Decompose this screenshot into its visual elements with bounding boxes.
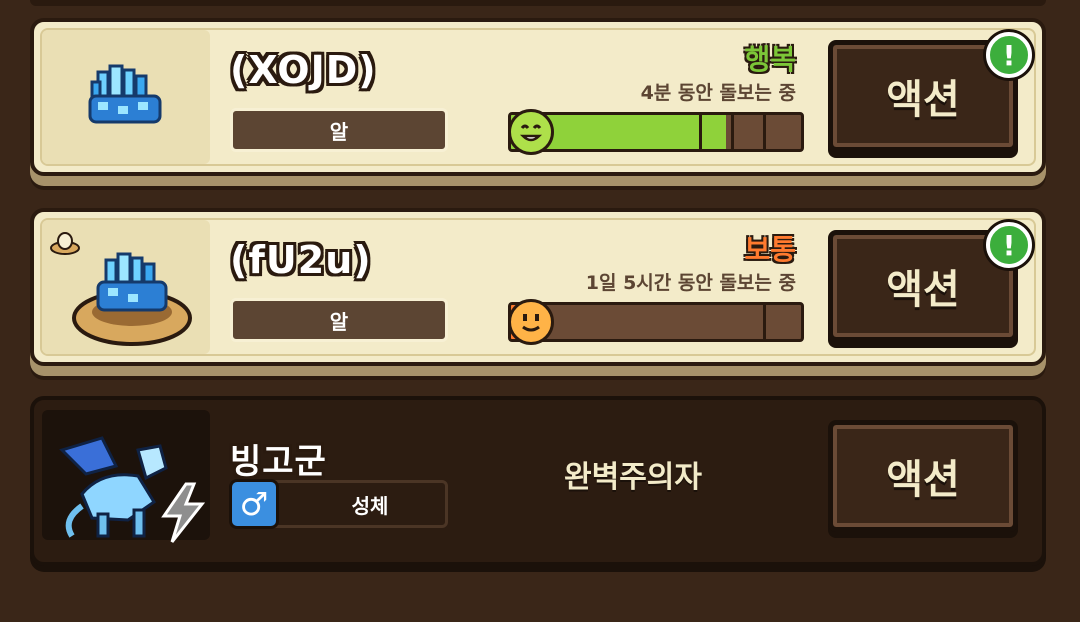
lightning-icon xyxy=(161,482,206,543)
gender-stage-row: ♂ 성체 xyxy=(229,479,448,529)
pet-card-fu2u[interactable]: (fU2u) 알 보통 1일 5시간 동안 돌보는 중 액션 ! xyxy=(30,208,1046,366)
pet-portrait xyxy=(42,410,210,543)
trait-label: 완벽주의자 xyxy=(564,460,702,495)
action-button[interactable]: 액션 xyxy=(828,420,1018,532)
stage-pill: 알 xyxy=(230,108,448,152)
pet-card-xojd[interactable]: (XOJD) 알 행복 4분 동안 돌보는 중 액션 ! xyxy=(30,18,1046,176)
pet-card-binggogun[interactable]: 빙고군 ♂ 성체 완벽주의자 액션 xyxy=(30,396,1046,566)
list-top-edge xyxy=(30,0,1046,6)
happy-face-icon xyxy=(508,109,554,155)
stage-label: 성체 xyxy=(351,493,389,518)
care-time: 4분 동안 돌보는 중 xyxy=(640,82,796,104)
alert-badge: ! xyxy=(986,222,1032,268)
pet-portrait xyxy=(42,220,210,354)
pet-portrait xyxy=(42,30,210,164)
pet-name: (XOJD) xyxy=(230,48,377,92)
care-time: 1일 5시간 동안 돌보는 중 xyxy=(585,272,796,294)
nest-badge-icon xyxy=(50,232,80,255)
male-gender-icon: ♂ xyxy=(229,479,279,529)
neutral-face-icon xyxy=(508,299,554,345)
alert-badge: ! xyxy=(986,32,1032,78)
pet-name: 빙고군 xyxy=(230,442,327,482)
mood-label: 보통 xyxy=(744,233,796,266)
pet-name: (fU2u) xyxy=(230,238,372,282)
ice-crystal-egg-icon xyxy=(88,64,162,124)
stage-pill: 알 xyxy=(230,298,448,342)
mood-label: 행복 xyxy=(744,43,796,76)
